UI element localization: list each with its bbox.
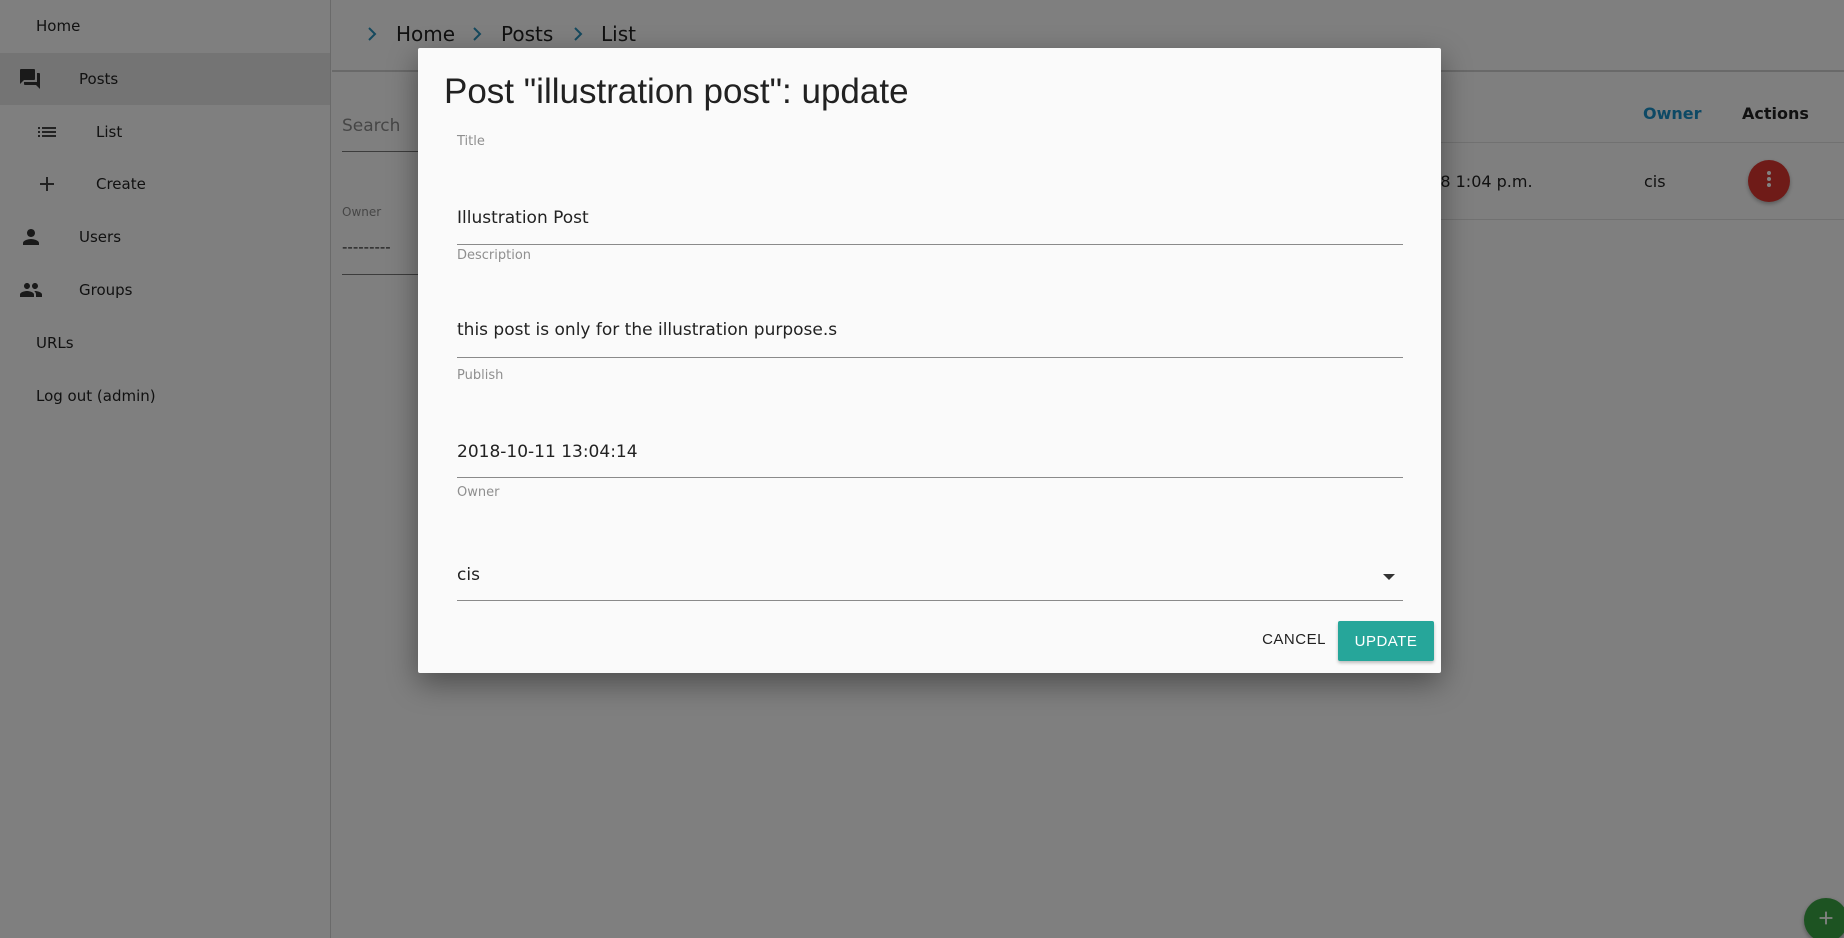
title-field[interactable]: Title Illustration Post xyxy=(457,134,1403,246)
update-button[interactable]: UPDATE xyxy=(1338,621,1434,661)
publish-underline xyxy=(457,477,1403,478)
update-post-dialog: Post "illustration post": update Title I… xyxy=(418,48,1441,673)
title-input[interactable]: Illustration Post xyxy=(457,208,589,228)
dropdown-arrow-icon[interactable] xyxy=(1383,574,1395,580)
owner-select[interactable]: cis xyxy=(457,565,480,585)
owner-field[interactable]: Owner cis xyxy=(457,485,1403,601)
description-underline xyxy=(457,357,1403,358)
owner-underline xyxy=(457,600,1403,601)
title-field-label: Title xyxy=(457,134,485,149)
title-underline xyxy=(457,244,1403,245)
publish-field[interactable]: Publish 2018-10-11 13:04:14 xyxy=(457,368,1403,480)
owner-field-label: Owner xyxy=(457,485,500,500)
dialog-title: Post "illustration post": update xyxy=(444,72,909,111)
publish-field-label: Publish xyxy=(457,368,504,383)
description-field[interactable]: Description this post is only for the il… xyxy=(457,248,1403,360)
description-input[interactable]: this post is only for the illustration p… xyxy=(457,320,837,340)
description-field-label: Description xyxy=(457,248,532,263)
publish-input[interactable]: 2018-10-11 13:04:14 xyxy=(457,442,638,462)
cancel-button[interactable]: CANCEL xyxy=(1256,621,1332,657)
